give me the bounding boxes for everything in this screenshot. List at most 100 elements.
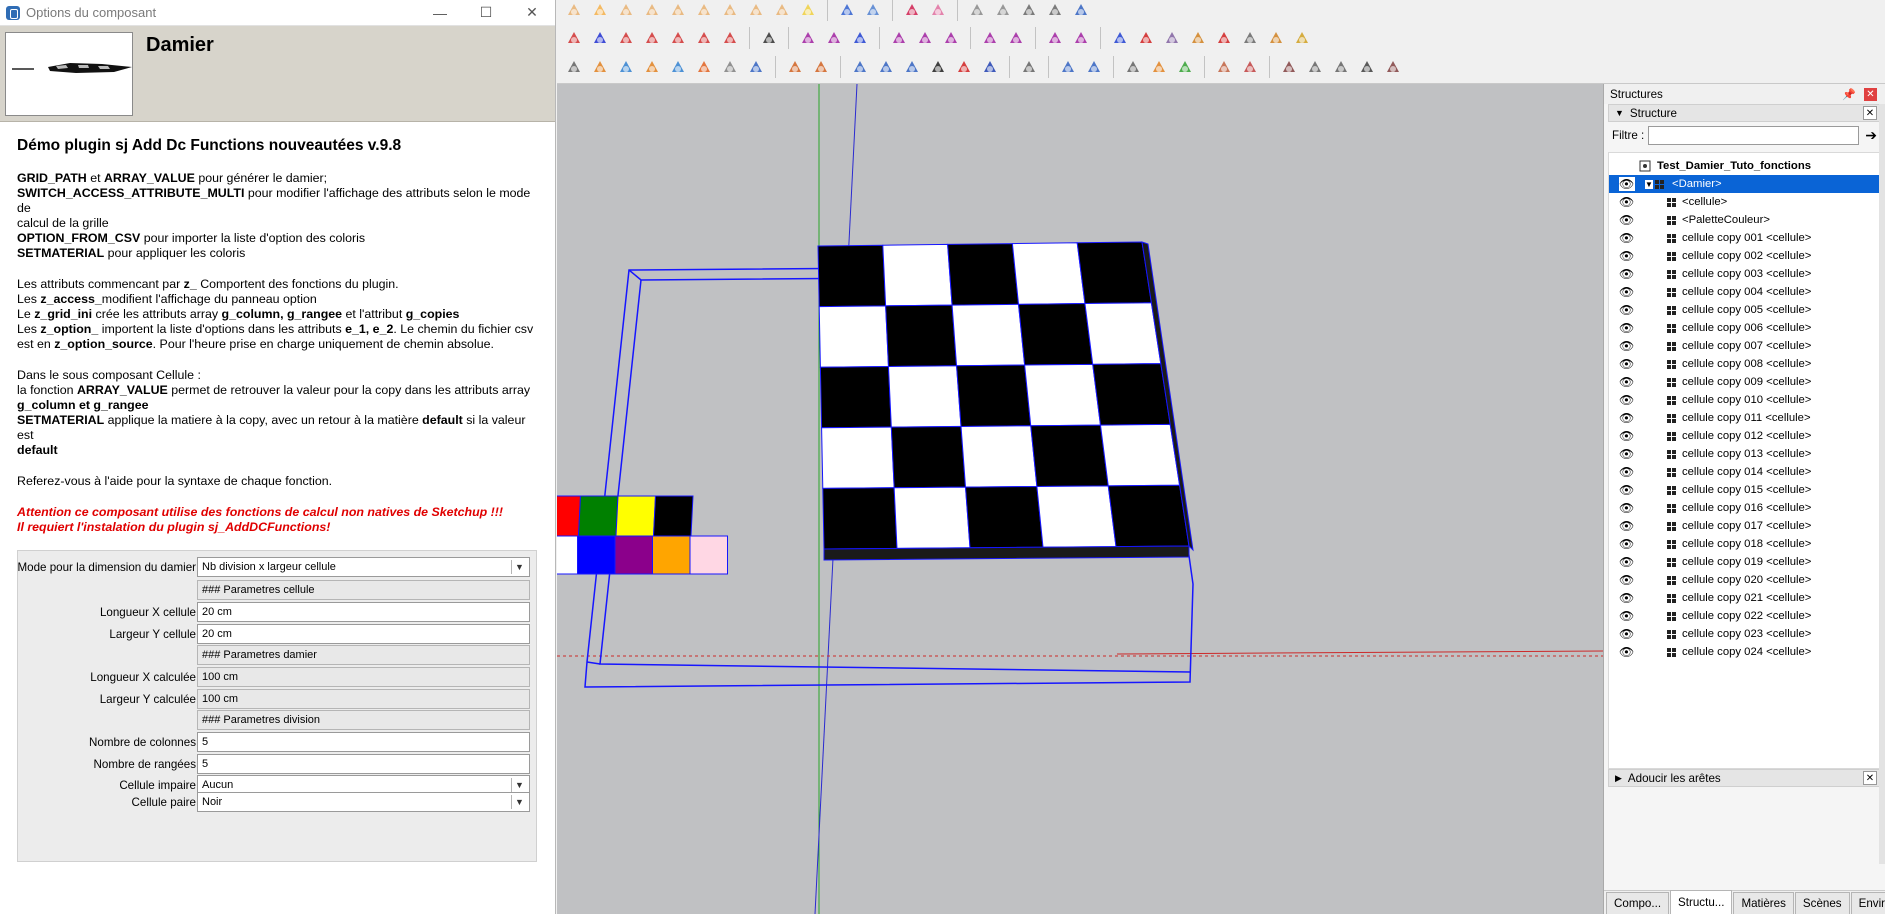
visibility-eye-icon[interactable]: 👁 [1619, 573, 1635, 587]
smoove-icon[interactable] [1161, 27, 1183, 49]
form-select[interactable]: Nb division x largeur cellule ▼ [197, 557, 530, 577]
visibility-eye-icon[interactable]: 👁 [1619, 537, 1635, 551]
tree-item[interactable]: 👁 cellule copy 002 <cellule> [1609, 247, 1880, 265]
form-select[interactable]: Noir ▼ [197, 792, 530, 812]
visibility-eye-icon[interactable]: 👁 [1619, 393, 1635, 407]
bezier-icon[interactable] [849, 27, 871, 49]
visibility-eye-icon[interactable]: 👁 [1619, 447, 1635, 461]
visibility-eye-icon[interactable]: 👁 [1619, 285, 1635, 299]
camera-2-icon[interactable] [992, 0, 1014, 21]
visibility-eye-icon[interactable]: 👁 [1619, 303, 1635, 317]
tool-a-icon[interactable] [563, 56, 585, 78]
tree-item[interactable]: 👁 cellule copy 007 <cellule> [1609, 337, 1880, 355]
fredo-icon[interactable] [1109, 27, 1131, 49]
search-icon[interactable] [1239, 27, 1261, 49]
tree-item[interactable]: 👁 cellule copy 019 <cellule> [1609, 553, 1880, 571]
round-icon[interactable] [979, 27, 1001, 49]
tree-item[interactable]: 👁 cellule copy 021 <cellule> [1609, 589, 1880, 607]
tape-icon[interactable] [797, 0, 819, 21]
solid-tools-icon[interactable] [719, 27, 741, 49]
dropdown-chevron-icon[interactable]: ▼ [511, 560, 527, 574]
tree-item[interactable]: 👁 cellule copy 004 <cellule> [1609, 283, 1880, 301]
soften-section-header[interactable]: ▶ Adoucir les arêtes ✕ [1608, 769, 1881, 787]
visibility-eye-icon[interactable]: 👁 [1619, 465, 1635, 479]
mesh-icon[interactable] [1083, 56, 1105, 78]
dropdown-chevron-icon[interactable]: ▼ [511, 795, 527, 809]
rectangle-icon[interactable] [641, 0, 663, 21]
shield-icon[interactable] [1122, 56, 1144, 78]
close-section-icon[interactable]: ✕ [1863, 106, 1877, 120]
solid-subtract-icon[interactable] [589, 27, 611, 49]
tree-item[interactable]: 👁 cellule copy 018 <cellule> [1609, 535, 1880, 553]
expand-arrow-icon[interactable]: ▶ [1615, 773, 1622, 784]
tool-d-icon[interactable] [641, 56, 663, 78]
loft-icon[interactable] [1005, 27, 1027, 49]
tree-item[interactable]: 👁 cellule copy 022 <cellule> [1609, 607, 1880, 625]
layer-c-icon[interactable] [1330, 56, 1352, 78]
tree-item[interactable]: 👁 cellule copy 014 <cellule> [1609, 463, 1880, 481]
tree-item[interactable]: 👁 cellule copy 011 <cellule> [1609, 409, 1880, 427]
orbit-icon[interactable] [836, 0, 858, 21]
solid-trim-icon[interactable] [641, 27, 663, 49]
outer-shell-icon[interactable] [693, 27, 715, 49]
tray-tab[interactable]: Enviro... [1850, 892, 1885, 914]
camera-5-icon[interactable] [1070, 0, 1092, 21]
visibility-eye-icon[interactable]: 👁 [1619, 357, 1635, 371]
tree-item[interactable]: 👁 cellule copy 003 <cellule> [1609, 265, 1880, 283]
tree-item-damier[interactable]: 👁 ▼ <Damier> [1609, 175, 1880, 193]
tree-item[interactable]: 👁 cellule copy 017 <cellule> [1609, 517, 1880, 535]
tree-item[interactable]: 👁 cellule copy 009 <cellule> [1609, 373, 1880, 391]
tree-item[interactable]: 👁 cellule copy 010 <cellule> [1609, 391, 1880, 409]
tray-close-icon[interactable]: ✕ [1864, 87, 1877, 101]
gear-icon[interactable] [1148, 56, 1170, 78]
tray-scrollbar[interactable] [1879, 104, 1885, 864]
eraser-icon[interactable] [927, 0, 949, 21]
visibility-eye-icon[interactable]: 👁 [1619, 429, 1635, 443]
visibility-eye-icon[interactable]: 👁 [1619, 411, 1635, 425]
polyline-icon[interactable] [914, 27, 936, 49]
close-button[interactable]: ✕ [509, 0, 555, 26]
tree-model-root[interactable]: Test_Damier_Tuto_fonctions [1609, 157, 1880, 175]
skin-icon[interactable] [849, 56, 871, 78]
tree-item[interactable]: 👁 cellule copy 023 <cellule> [1609, 625, 1880, 643]
solid-split-icon[interactable] [667, 27, 689, 49]
close-section-icon[interactable]: ✕ [1863, 771, 1877, 785]
camera-3-icon[interactable] [1018, 0, 1040, 21]
tree-item[interactable]: 👁 cellule copy 001 <cellule> [1609, 229, 1880, 247]
star-icon[interactable] [1265, 27, 1287, 49]
play-icon[interactable] [927, 56, 949, 78]
dimension-icon[interactable] [758, 27, 780, 49]
visibility-eye-icon[interactable]: 👁 [1619, 321, 1635, 335]
arc-tool-icon[interactable] [888, 27, 910, 49]
form-input[interactable]: 5 [197, 732, 530, 752]
visibility-eye-icon[interactable]: 👁 [1619, 555, 1635, 569]
visibility-eye-icon[interactable]: 👁 [1619, 627, 1635, 641]
tool-f-icon[interactable] [693, 56, 715, 78]
tool-g-icon[interactable] [719, 56, 741, 78]
visibility-eye-icon[interactable]: 👁 [1619, 645, 1635, 659]
tool-i-icon[interactable] [784, 56, 806, 78]
offset-icon[interactable] [771, 0, 793, 21]
sandbox-icon[interactable] [1135, 27, 1157, 49]
tree-item[interactable]: 👁 cellule copy 015 <cellule> [1609, 481, 1880, 499]
camera-4-icon[interactable] [1044, 0, 1066, 21]
grid-icon[interactable] [1057, 56, 1079, 78]
visibility-eye-icon[interactable]: 👁 [1619, 519, 1635, 533]
form-input[interactable]: 5 [197, 754, 530, 774]
minimize-button[interactable]: — [417, 0, 463, 26]
layer-e-icon[interactable] [1382, 56, 1404, 78]
tree-item[interactable]: 👁 <PaletteCouleur> [1609, 211, 1880, 229]
expand-arrow-icon[interactable]: ▼ [1645, 179, 1653, 189]
tray-tab[interactable]: Structu... [1670, 890, 1733, 914]
visibility-eye-icon[interactable]: 👁 [1619, 591, 1635, 605]
tree-item[interactable]: 👁 <cellule> [1609, 193, 1880, 211]
tray-tab[interactable]: Compo... [1606, 892, 1670, 914]
circle-tool-icon[interactable] [589, 0, 611, 21]
stop-icon[interactable] [953, 56, 975, 78]
recycle-icon[interactable] [1174, 56, 1196, 78]
curve-icon[interactable] [797, 27, 819, 49]
pin-icon[interactable]: 📌 [1842, 88, 1856, 101]
tool-e-icon[interactable] [667, 56, 689, 78]
arc-icon[interactable] [615, 0, 637, 21]
tree-item[interactable]: 👁 cellule copy 013 <cellule> [1609, 445, 1880, 463]
